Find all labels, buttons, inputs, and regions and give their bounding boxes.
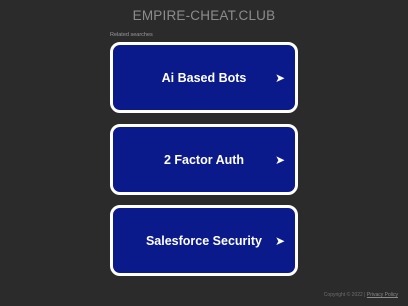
related-search-ai-based-bots[interactable]: Ai Based Bots ➤ xyxy=(110,42,298,113)
related-search-label: 2 Factor Auth xyxy=(163,152,245,167)
related-search-label: Salesforce Security xyxy=(145,233,263,248)
arrow-right-icon: ➤ xyxy=(274,233,285,248)
related-search-2-factor-auth[interactable]: 2 Factor Auth ➤ xyxy=(110,124,298,195)
arrow-right-icon: ➤ xyxy=(274,152,285,167)
site-title: EMPIRE-CHEAT.CLUB xyxy=(132,8,276,23)
privacy-policy-link[interactable]: Privacy Policy xyxy=(367,292,398,298)
arrow-right-icon: ➤ xyxy=(274,70,285,85)
footer: Copyright © 2022 | Privacy Policy xyxy=(324,292,398,298)
related-search-label: Ai Based Bots xyxy=(161,70,247,85)
copyright-text: Copyright © 2022 | xyxy=(323,292,366,298)
related-searches-heading: Related searches xyxy=(110,32,153,38)
related-search-salesforce-security[interactable]: Salesforce Security ➤ xyxy=(110,205,298,276)
